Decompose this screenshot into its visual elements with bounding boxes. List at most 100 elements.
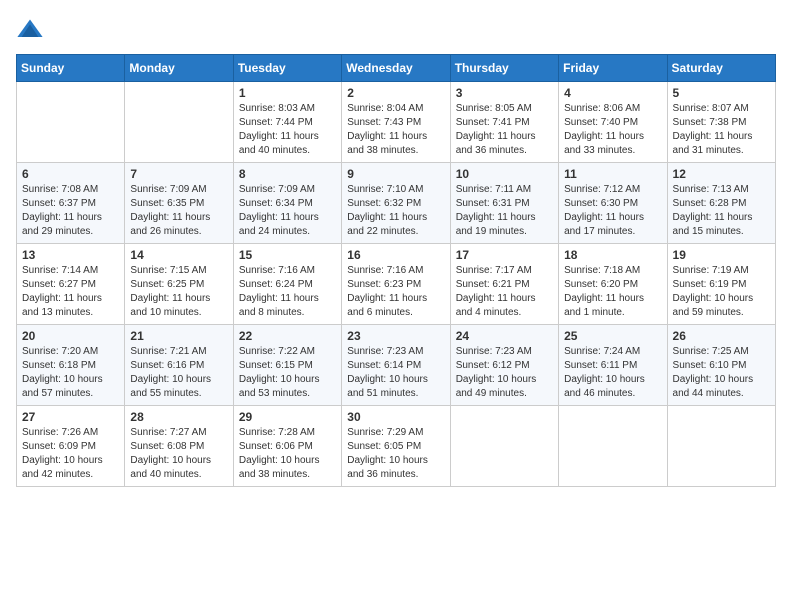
calendar-cell: 3Sunrise: 8:05 AM Sunset: 7:41 PM Daylig… — [450, 82, 558, 163]
day-info: Sunrise: 7:17 AM Sunset: 6:21 PM Dayligh… — [456, 264, 553, 320]
calendar-cell: 17 Sunrise: 7:17 AM Sunset: 6:21 PM Dayli… — [450, 244, 558, 325]
day-number: 20 — [22, 329, 119, 343]
day-info: Sunrise: 7:19 AM Sunset: 6:19 PM Dayligh… — [673, 264, 770, 320]
calendar-cell — [125, 82, 233, 163]
calendar-week-5: 27 Sunrise: 7:26 AM Sunset: 6:09 PM Dayli… — [17, 406, 776, 487]
day-info: Sunrise: 7:16 AM Sunset: 6:24 PM Dayligh… — [239, 264, 336, 320]
calendar-cell — [667, 406, 775, 487]
calendar-cell: 9 Sunrise: 7:10 AM Sunset: 6:32 PM Daylig… — [342, 163, 450, 244]
calendar-cell: 2 Sunrise: 8:04 AM Sunset: 7:43 PM Daylig… — [342, 82, 450, 163]
day-number: 7 — [130, 167, 227, 181]
calendar-week-2: 6 Sunrise: 7:08 AM Sunset: 6:37 PM Daylig… — [17, 163, 776, 244]
logo-icon — [16, 16, 44, 44]
day-number: 25 — [564, 329, 661, 343]
day-info: Sunrise: 7:21 AM Sunset: 6:16 PM Dayligh… — [130, 345, 227, 401]
day-number: 29 — [239, 410, 336, 424]
day-number: 17 — [456, 248, 553, 262]
day-number: 1 — [239, 86, 336, 100]
day-info: Sunrise: 8:06 AM Sunset: 7:40 PM Dayligh… — [564, 102, 661, 158]
day-number: 19 — [673, 248, 770, 262]
day-info: Sunrise: 7:23 AM Sunset: 6:12 PM Dayligh… — [456, 345, 553, 401]
calendar-cell: 23 Sunrise: 7:23 AM Sunset: 6:14 PM Dayli… — [342, 325, 450, 406]
day-number: 18 — [564, 248, 661, 262]
calendar-cell: 16Sunrise: 7:16 AM Sunset: 6:23 PM Dayli… — [342, 244, 450, 325]
day-info: Sunrise: 7:11 AM Sunset: 6:31 PM Dayligh… — [456, 183, 553, 239]
day-info: Sunrise: 7:10 AM Sunset: 6:32 PM Dayligh… — [347, 183, 444, 239]
day-number: 12 — [673, 167, 770, 181]
page-header — [16, 16, 776, 44]
calendar-cell: 20 Sunrise: 7:20 AM Sunset: 6:18 PM Dayli… — [17, 325, 125, 406]
calendar-cell — [559, 406, 667, 487]
day-number: 21 — [130, 329, 227, 343]
day-info: Sunrise: 7:12 AM Sunset: 6:30 PM Dayligh… — [564, 183, 661, 239]
day-number: 8 — [239, 167, 336, 181]
day-info: Sunrise: 8:07 AM Sunset: 7:38 PM Dayligh… — [673, 102, 770, 158]
calendar-cell: 1Sunrise: 8:03 AM Sunset: 7:44 PM Daylig… — [233, 82, 341, 163]
day-info: Sunrise: 7:27 AM Sunset: 6:08 PM Dayligh… — [130, 426, 227, 482]
day-number: 23 — [347, 329, 444, 343]
calendar-cell: 7 Sunrise: 7:09 AM Sunset: 6:35 PM Daylig… — [125, 163, 233, 244]
day-number: 6 — [22, 167, 119, 181]
calendar-cell: 27 Sunrise: 7:26 AM Sunset: 6:09 PM Dayli… — [17, 406, 125, 487]
calendar-cell: 11 Sunrise: 7:12 AM Sunset: 6:30 PM Dayli… — [559, 163, 667, 244]
day-info: Sunrise: 7:09 AM Sunset: 6:34 PM Dayligh… — [239, 183, 336, 239]
day-number: 30 — [347, 410, 444, 424]
day-number: 15 — [239, 248, 336, 262]
logo — [16, 16, 48, 44]
calendar-cell: 28 Sunrise: 7:27 AM Sunset: 6:08 PM Dayli… — [125, 406, 233, 487]
day-number: 13 — [22, 248, 119, 262]
day-number: 16 — [347, 248, 444, 262]
day-number: 26 — [673, 329, 770, 343]
day-number: 28 — [130, 410, 227, 424]
column-header-tuesday: Tuesday — [233, 55, 341, 82]
day-info: Sunrise: 7:22 AM Sunset: 6:15 PM Dayligh… — [239, 345, 336, 401]
column-header-monday: Monday — [125, 55, 233, 82]
calendar-table: SundayMondayTuesdayWednesdayThursdayFrid… — [16, 54, 776, 487]
calendar-cell: 6 Sunrise: 7:08 AM Sunset: 6:37 PM Daylig… — [17, 163, 125, 244]
day-info: Sunrise: 7:09 AM Sunset: 6:35 PM Dayligh… — [130, 183, 227, 239]
day-number: 22 — [239, 329, 336, 343]
day-number: 27 — [22, 410, 119, 424]
day-info: Sunrise: 7:14 AM Sunset: 6:27 PM Dayligh… — [22, 264, 119, 320]
calendar-cell: 10 Sunrise: 7:11 AM Sunset: 6:31 PM Dayli… — [450, 163, 558, 244]
calendar-cell: 18 Sunrise: 7:18 AM Sunset: 6:20 PM Dayli… — [559, 244, 667, 325]
column-header-thursday: Thursday — [450, 55, 558, 82]
day-info: Sunrise: 7:08 AM Sunset: 6:37 PM Dayligh… — [22, 183, 119, 239]
calendar-cell: 19 Sunrise: 7:19 AM Sunset: 6:19 PM Dayli… — [667, 244, 775, 325]
calendar-header-row: SundayMondayTuesdayWednesdayThursdayFrid… — [17, 55, 776, 82]
day-number: 11 — [564, 167, 661, 181]
day-info: Sunrise: 7:24 AM Sunset: 6:11 PM Dayligh… — [564, 345, 661, 401]
calendar-cell: 13 Sunrise: 7:14 AM Sunset: 6:27 PM Dayli… — [17, 244, 125, 325]
day-info: Sunrise: 7:20 AM Sunset: 6:18 PM Dayligh… — [22, 345, 119, 401]
column-header-wednesday: Wednesday — [342, 55, 450, 82]
day-info: Sunrise: 8:04 AM Sunset: 7:43 PM Dayligh… — [347, 102, 444, 158]
calendar-cell: 29Sunrise: 7:28 AM Sunset: 6:06 PM Dayli… — [233, 406, 341, 487]
calendar-cell: 26 Sunrise: 7:25 AM Sunset: 6:10 PM Dayli… — [667, 325, 775, 406]
day-info: Sunrise: 8:05 AM Sunset: 7:41 PM Dayligh… — [456, 102, 553, 158]
calendar-cell: 21 Sunrise: 7:21 AM Sunset: 6:16 PM Dayli… — [125, 325, 233, 406]
column-header-friday: Friday — [559, 55, 667, 82]
day-number: 10 — [456, 167, 553, 181]
day-info: Sunrise: 7:25 AM Sunset: 6:10 PM Dayligh… — [673, 345, 770, 401]
calendar-cell: 12 Sunrise: 7:13 AM Sunset: 6:28 PM Dayli… — [667, 163, 775, 244]
day-info: Sunrise: 7:26 AM Sunset: 6:09 PM Dayligh… — [22, 426, 119, 482]
day-number: 4 — [564, 86, 661, 100]
day-number: 14 — [130, 248, 227, 262]
calendar-cell — [450, 406, 558, 487]
day-number: 5 — [673, 86, 770, 100]
day-info: Sunrise: 7:13 AM Sunset: 6:28 PM Dayligh… — [673, 183, 770, 239]
calendar-cell — [17, 82, 125, 163]
column-header-saturday: Saturday — [667, 55, 775, 82]
calendar-week-4: 20 Sunrise: 7:20 AM Sunset: 6:18 PM Dayli… — [17, 325, 776, 406]
day-number: 9 — [347, 167, 444, 181]
day-info: Sunrise: 7:18 AM Sunset: 6:20 PM Dayligh… — [564, 264, 661, 320]
calendar-cell: 22 Sunrise: 7:22 AM Sunset: 6:15 PM Dayli… — [233, 325, 341, 406]
day-info: Sunrise: 7:23 AM Sunset: 6:14 PM Dayligh… — [347, 345, 444, 401]
calendar-cell: 25 Sunrise: 7:24 AM Sunset: 6:11 PM Dayli… — [559, 325, 667, 406]
day-number: 2 — [347, 86, 444, 100]
calendar-cell: 14Sunrise: 7:15 AM Sunset: 6:25 PM Dayli… — [125, 244, 233, 325]
calendar-cell: 8 Sunrise: 7:09 AM Sunset: 6:34 PM Daylig… — [233, 163, 341, 244]
calendar-cell: 5 Sunrise: 8:07 AM Sunset: 7:38 PM Daylig… — [667, 82, 775, 163]
day-info: Sunrise: 7:29 AM Sunset: 6:05 PM Dayligh… — [347, 426, 444, 482]
day-number: 24 — [456, 329, 553, 343]
